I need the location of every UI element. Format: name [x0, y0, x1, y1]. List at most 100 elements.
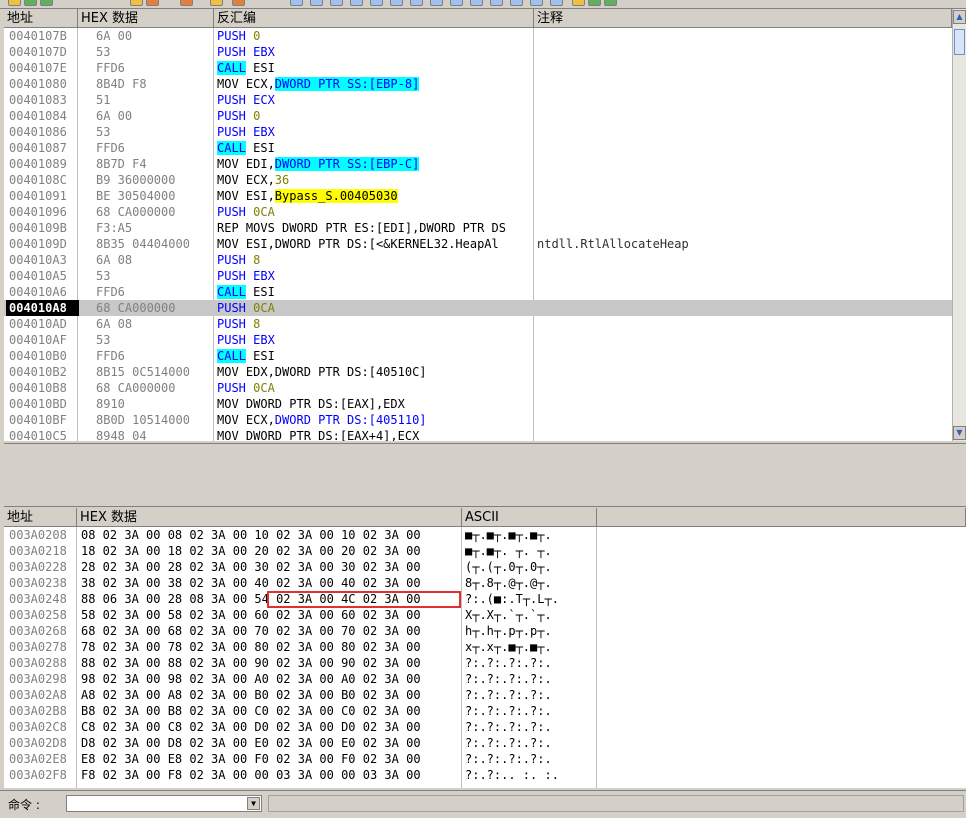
disassembly-row[interactable]: 004010B2 8B15 0C514000 MOV EDX,DWORD PTR D… [4, 364, 952, 380]
disassembly-row[interactable]: 00401091 BE 30504000 MOV ESI,Bypass_S.0040… [4, 188, 952, 204]
disassembly-row[interactable]: 004010BD 8910 MOV DWORD PTR DS:[EAX],EDX [4, 396, 952, 412]
column-header-comment[interactable]: 注释 [534, 9, 952, 28]
dump-row[interactable]: 003A0248 88 06 3A 00 28 08 3A 00 54 02 3A… [4, 591, 966, 607]
disassembly-row[interactable]: 0040107D 53 PUSH EBX [4, 44, 952, 60]
row-address[interactable]: 004010BD [6, 396, 79, 412]
disassembly-scrollbar[interactable]: ▲ ▼ [952, 9, 966, 441]
disassembly-row[interactable]: 004010B8 68 CA000000 PUSH 0CA [4, 380, 952, 396]
tool-icon[interactable] [210, 0, 223, 6]
command-input[interactable]: ▼ [66, 795, 262, 812]
row-address[interactable]: 004010A8 [6, 300, 79, 316]
row-address[interactable]: 0040108C [6, 172, 79, 188]
step-icon[interactable] [40, 0, 53, 6]
row-address[interactable]: 00401089 [6, 156, 79, 172]
dump-row[interactable]: 003A02B8 B8 02 3A 00 B8 02 3A 00 C0 02 3A… [4, 703, 966, 719]
dump-address[interactable]: 003A02F8 [6, 767, 79, 783]
chevron-down-icon[interactable]: ▼ [247, 797, 260, 810]
dump-address[interactable]: 003A0248 [6, 591, 79, 607]
dump-address[interactable]: 003A0298 [6, 671, 79, 687]
window-icon[interactable] [450, 0, 463, 6]
disassembly-row[interactable]: 004010A6 FFD6 CALL ESI [4, 284, 952, 300]
dump-address[interactable]: 003A0228 [6, 559, 79, 575]
dump-address[interactable]: 003A02A8 [6, 687, 79, 703]
dump-header-address[interactable]: 地址 [4, 508, 77, 527]
disassembly-row[interactable]: 004010A3 6A 08 PUSH 8 [4, 252, 952, 268]
scroll-thumb[interactable] [954, 29, 965, 55]
column-header-disassembly[interactable]: 反汇编 [214, 9, 534, 28]
window-icon[interactable] [410, 0, 423, 6]
dump-row[interactable]: 003A0238 38 02 3A 00 38 02 3A 00 40 02 3A… [4, 575, 966, 591]
tool-icon[interactable] [588, 0, 601, 6]
window-icon[interactable] [370, 0, 383, 6]
tool-icon[interactable] [232, 0, 245, 6]
dump-row[interactable]: 003A0218 18 02 3A 00 18 02 3A 00 20 02 3A… [4, 543, 966, 559]
row-address[interactable]: 0040109D [6, 236, 79, 252]
window-icon[interactable] [490, 0, 503, 6]
row-address[interactable]: 00401084 [6, 108, 79, 124]
dump-row[interactable]: 003A02C8 C8 02 3A 00 C8 02 3A 00 D0 02 3A… [4, 719, 966, 735]
dump-address[interactable]: 003A0278 [6, 639, 79, 655]
disassembly-row[interactable]: 0040108C B9 36000000 MOV ECX,36 [4, 172, 952, 188]
disassembly-pane[interactable]: 地址 HEX 数据 反汇编 注释 0040107B 6A 00 PUSH 0 0040… [4, 9, 952, 441]
row-address[interactable]: 0040107E [6, 60, 79, 76]
disassembly-row[interactable]: 00401096 68 CA000000 PUSH 0CA [4, 204, 952, 220]
window-icon[interactable] [470, 0, 483, 6]
window-icon[interactable] [550, 0, 563, 6]
dump-address[interactable]: 003A0288 [6, 655, 79, 671]
disassembly-row[interactable]: 004010AF 53 PUSH EBX [4, 332, 952, 348]
row-address[interactable]: 00401096 [6, 204, 79, 220]
disassembly-row[interactable]: 00401080 8B4D F8 MOV ECX,DWORD PTR SS:[EBP… [4, 76, 952, 92]
row-address[interactable]: 00401087 [6, 140, 79, 156]
row-address[interactable]: 00401086 [6, 124, 79, 140]
dump-header-hex[interactable]: HEX 数据 [77, 508, 462, 527]
dump-row[interactable]: 003A0278 78 02 3A 00 78 02 3A 00 80 02 3A… [4, 639, 966, 655]
disassembly-row[interactable]: 004010BF 8B0D 10514000 MOV ECX,DWORD PTR D… [4, 412, 952, 428]
dump-address[interactable]: 003A0258 [6, 607, 79, 623]
disassembly-row[interactable]: 004010C5 8948 04 MOV DWORD PTR DS:[EAX+4],… [4, 428, 952, 441]
row-address[interactable]: 004010A3 [6, 252, 79, 268]
disassembly-row[interactable]: 00401087 FFD6 CALL ESI [4, 140, 952, 156]
disassembly-row[interactable]: 00401089 8B7D F4 MOV EDI,DWORD PTR SS:[EBP… [4, 156, 952, 172]
row-address[interactable]: 004010A5 [6, 268, 79, 284]
disassembly-row[interactable]: 0040107E FFD6 CALL ESI [4, 60, 952, 76]
disassembly-row[interactable]: 0040109B F3:A5 REP MOVS DWORD PTR ES:[EDI]… [4, 220, 952, 236]
dump-address[interactable]: 003A02B8 [6, 703, 79, 719]
row-address[interactable]: 004010C5 [6, 428, 79, 441]
window-icon[interactable] [310, 0, 323, 6]
row-address[interactable]: 004010AD [6, 316, 79, 332]
dump-row[interactable]: 003A0228 28 02 3A 00 28 02 3A 00 30 02 3A… [4, 559, 966, 575]
dump-address[interactable]: 003A02E8 [6, 751, 79, 767]
window-icon[interactable] [430, 0, 443, 6]
disassembly-row[interactable]: 004010A5 53 PUSH EBX [4, 268, 952, 284]
tool-icon[interactable] [604, 0, 617, 6]
window-icon[interactable] [350, 0, 363, 6]
window-icon[interactable] [530, 0, 543, 6]
window-icon[interactable] [390, 0, 403, 6]
dump-row[interactable]: 003A02A8 A8 02 3A 00 A8 02 3A 00 B0 02 3A… [4, 687, 966, 703]
disassembly-row[interactable]: 0040109D 8B35 04404000 MOV ESI,DWORD PTR D… [4, 236, 952, 252]
disassembly-row[interactable]: 004010A8 68 CA000000 PUSH 0CA [4, 300, 952, 316]
open-icon[interactable] [8, 0, 21, 6]
dump-row[interactable]: 003A0208 08 02 3A 00 08 02 3A 00 10 02 3A… [4, 527, 966, 543]
dump-row[interactable]: 003A02E8 E8 02 3A 00 E8 02 3A 00 F0 02 3A… [4, 751, 966, 767]
row-address[interactable]: 00401080 [6, 76, 79, 92]
row-address[interactable]: 0040109B [6, 220, 79, 236]
dump-address[interactable]: 003A0218 [6, 543, 79, 559]
row-address[interactable]: 0040107D [6, 44, 79, 60]
play-icon[interactable] [24, 0, 37, 6]
column-header-hex[interactable]: HEX 数据 [78, 9, 214, 28]
tool-icon[interactable] [180, 0, 193, 6]
tool-icon[interactable] [146, 0, 159, 6]
disassembly-row[interactable]: 0040107B 6A 00 PUSH 0 [4, 28, 952, 44]
dump-address[interactable]: 003A02D8 [6, 735, 79, 751]
row-address[interactable]: 004010B2 [6, 364, 79, 380]
dump-row[interactable]: 003A0268 68 02 3A 00 68 02 3A 00 70 02 3A… [4, 623, 966, 639]
dump-row[interactable]: 003A02D8 D8 02 3A 00 D8 02 3A 00 E0 02 3A… [4, 735, 966, 751]
dump-row[interactable]: 003A0288 88 02 3A 00 88 02 3A 00 90 02 3A… [4, 655, 966, 671]
disassembly-row[interactable]: 00401083 51 PUSH ECX [4, 92, 952, 108]
window-icon[interactable] [330, 0, 343, 6]
disassembly-row[interactable]: 004010B0 FFD6 CALL ESI [4, 348, 952, 364]
dump-header-ascii[interactable]: ASCII [462, 508, 597, 527]
row-address[interactable]: 004010AF [6, 332, 79, 348]
column-header-address[interactable]: 地址 [4, 9, 78, 28]
